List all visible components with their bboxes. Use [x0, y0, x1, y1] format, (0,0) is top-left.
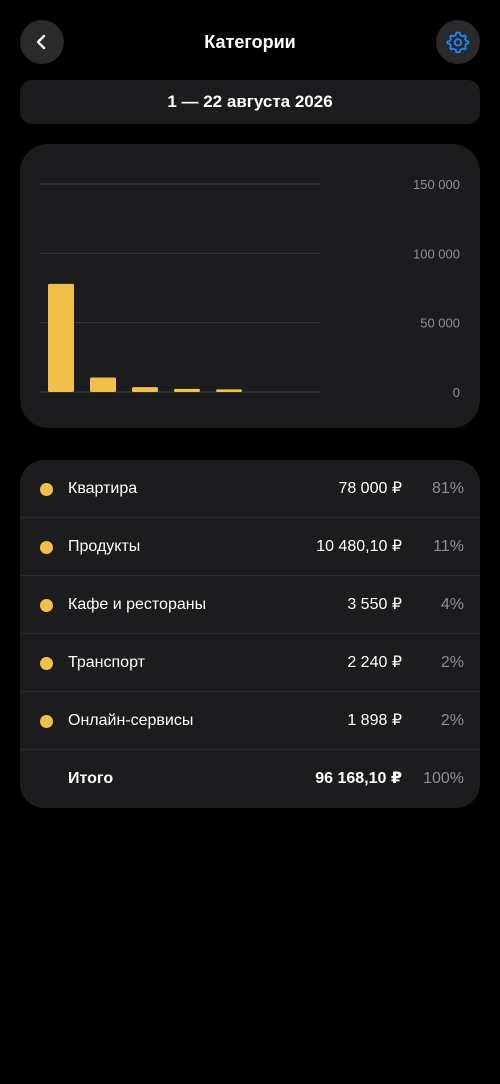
category-name: Онлайн-сервисы: [68, 712, 194, 729]
list-item[interactable]: Кафе и рестораны 3 550 ₽ 4%: [20, 576, 480, 634]
category-name: Кафе и рестораны: [68, 596, 207, 613]
y-tick-label: 0: [453, 385, 460, 400]
category-color-dot: [40, 599, 53, 612]
category-percent: 2%: [440, 654, 464, 671]
gear-icon: [446, 31, 470, 54]
category-color-dot: [40, 657, 53, 670]
category-percent: 81%: [431, 480, 464, 497]
chart-card: 0 50 000 100 000 150 000: [20, 144, 480, 428]
category-amount: 2 240 ₽: [347, 654, 402, 671]
y-tick-label: 150 000: [413, 177, 460, 192]
total-amount: 96 168,10 ₽: [315, 770, 402, 787]
chart-bar[interactable]: [132, 387, 158, 392]
chart-bar[interactable]: [48, 283, 74, 392]
period-selector[interactable]: 1 — 22 августа 2026: [20, 80, 480, 124]
total-label: Итого: [68, 770, 114, 787]
y-tick-label: 50 000: [420, 316, 460, 331]
category-percent: 4%: [440, 596, 464, 613]
category-color-dot: [40, 541, 53, 554]
category-color-dot: [40, 715, 53, 728]
category-name: Продукты: [68, 538, 141, 555]
category-amount: 10 480,10 ₽: [316, 538, 402, 555]
page-title: Категории: [204, 32, 296, 52]
category-color-dot: [40, 483, 53, 496]
chart-bar[interactable]: [216, 389, 242, 392]
category-percent: 2%: [440, 712, 464, 729]
total-percent: 100%: [423, 770, 464, 787]
category-name: Транспорт: [68, 654, 145, 671]
list-item[interactable]: Продукты 10 480,10 ₽ 11%: [20, 518, 480, 576]
y-tick-label: 100 000: [413, 246, 460, 261]
list-item[interactable]: Транспорт 2 240 ₽ 2%: [20, 634, 480, 692]
category-amount: 78 000 ₽: [338, 480, 402, 497]
category-name: Квартира: [68, 480, 138, 497]
total-row: Итого 96 168,10 ₽ 100%: [20, 750, 480, 808]
chart-bar[interactable]: [90, 377, 116, 392]
bar-chart: 0 50 000 100 000 150 000: [40, 177, 460, 400]
category-amount: 3 550 ₽: [347, 596, 402, 613]
chart-bar[interactable]: [174, 388, 200, 392]
category-amount: 1 898 ₽: [347, 712, 402, 729]
category-percent: 11%: [433, 538, 464, 555]
period-label: 1 — 22 августа 2026: [167, 92, 333, 111]
list-item[interactable]: Квартира 78 000 ₽ 81%: [20, 460, 480, 518]
settings-button[interactable]: [436, 20, 480, 64]
category-list: Квартира 78 000 ₽ 81% Продукты 10 480,10 ₽ 11…: [20, 460, 480, 808]
list-item[interactable]: Онлайн-сервисы 1 898 ₽ 2%: [20, 692, 480, 750]
header: Категории: [0, 0, 500, 84]
